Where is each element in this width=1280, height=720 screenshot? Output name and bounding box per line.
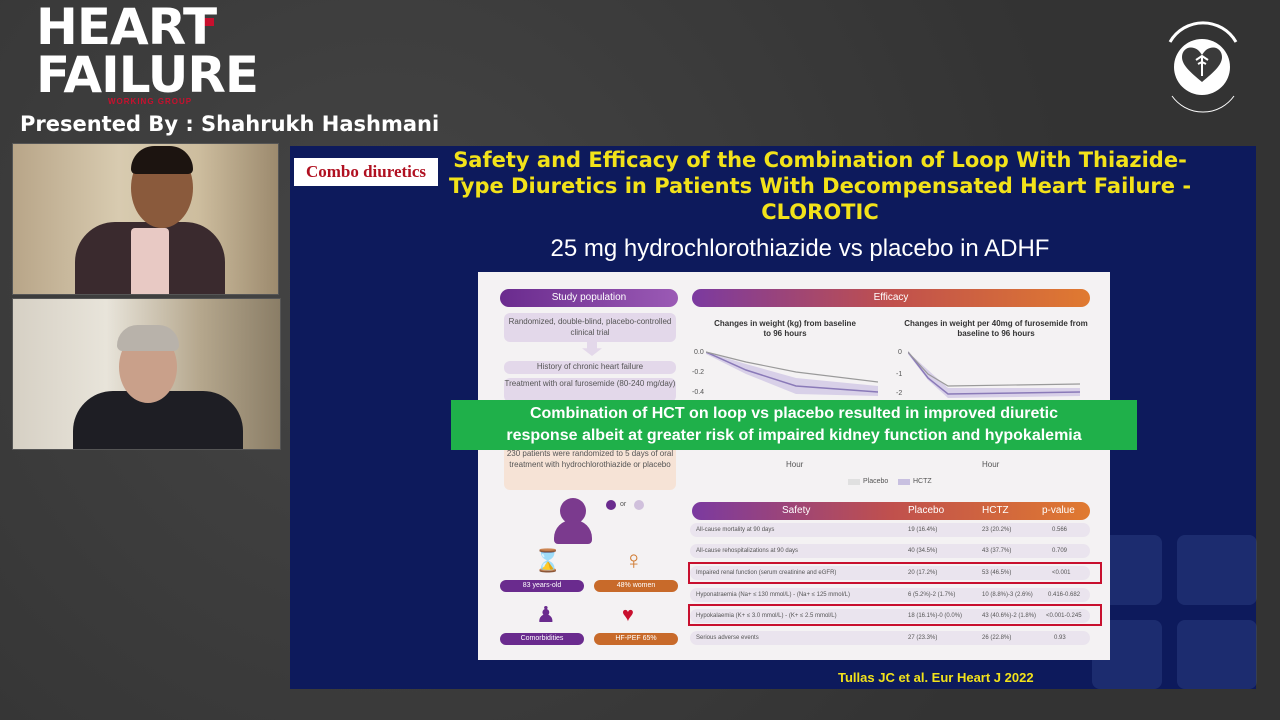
- pill-icon: [606, 500, 616, 510]
- logo-heart-text: HEART: [36, 0, 217, 56]
- chart2-plot: [908, 351, 1080, 398]
- efficacy-header: Efficacy: [692, 289, 1090, 307]
- row-pvalue: 0.709: [1052, 548, 1068, 554]
- table-row: Hyponatraemia (Na+ ≤ 130 mmol/L) - (Na+ …: [690, 588, 1090, 602]
- flow-arrow: [582, 342, 602, 356]
- row-pvalue: 0.566: [1052, 527, 1068, 533]
- row-placebo: 27 (23.3%): [908, 635, 938, 641]
- chart2-title: Changes in weight per 40mg of furosemide…: [904, 319, 1088, 338]
- chart2-tick-0: 0: [898, 349, 902, 356]
- highlight-renal: [688, 562, 1102, 584]
- legend-placebo-swatch: [848, 479, 860, 485]
- history-box: History of chronic heart failure: [504, 361, 676, 374]
- hfpef-stat: HF-PEF 65%: [594, 633, 678, 645]
- comorbidities-stat: Comorbidities: [500, 633, 584, 645]
- patient-body-icon: [554, 520, 592, 544]
- chart1-xlabel: Hour: [786, 460, 804, 469]
- row-label: Serious adverse events: [696, 635, 759, 641]
- slide-title: Safety and Efficacy of the Combination o…: [448, 148, 1192, 224]
- legend-hctz: HCTZ: [913, 478, 932, 485]
- chart1-tick-2: -0.4: [692, 389, 705, 396]
- header-placebo: Placebo: [908, 505, 945, 516]
- legend-hctz-swatch: [898, 479, 910, 485]
- chart1-tick-1: -0.2: [692, 369, 705, 376]
- header-hctz: HCTZ: [982, 505, 1009, 516]
- row-pvalue: 0.416-0.682: [1048, 592, 1081, 598]
- participant-shirt: [131, 228, 169, 294]
- table-row: All-cause rehospitalizations at 90 days …: [690, 544, 1090, 558]
- heart-organ-icon: ♥: [622, 604, 634, 626]
- study-figure: Study population Efficacy Randomized, do…: [478, 272, 1110, 660]
- chart1-plot: [706, 351, 878, 396]
- header-pvalue: p-value: [1042, 505, 1075, 516]
- participant-hair: [131, 146, 193, 174]
- hourglass-icon: ⌛: [534, 548, 562, 573]
- header-safety: Safety: [782, 505, 811, 516]
- safety-table-header: Safety Placebo HCTZ p-value: [692, 502, 1090, 520]
- chart1-tick-0: 0.0: [694, 349, 704, 356]
- row-placebo: 19 (16.4%): [908, 527, 938, 533]
- logo-subtitle: WORKING GROUP: [108, 97, 193, 106]
- or-label: or: [620, 501, 627, 508]
- participant-video-2[interactable]: [12, 298, 281, 450]
- row-label: All-cause mortality at 90 days: [696, 527, 775, 533]
- slide-tag: Combo diuretics: [294, 158, 438, 186]
- placebo-pill-icon: [634, 500, 644, 510]
- study-population-header: Study population: [500, 289, 678, 307]
- row-hctz: 26 (22.8%): [982, 635, 1012, 641]
- row-placebo: 6 (5.2%)-2 (1.7%): [908, 592, 956, 598]
- randomization-box: 230 patients were randomized to 5 days o…: [504, 444, 676, 490]
- row-pvalue: 0.93: [1054, 635, 1066, 641]
- women-stat: 48% women: [594, 580, 678, 592]
- chart2-tick-1: -1: [896, 371, 903, 378]
- chart2-tick-2: -2: [896, 390, 903, 397]
- row-hctz: 43 (37.7%): [982, 548, 1012, 554]
- table-row: Serious adverse events 27 (23.3%) 26 (22…: [690, 631, 1090, 645]
- highlight-hypokalaemia: [688, 604, 1102, 626]
- conclusion-line-2: response albeit at greater risk of impai…: [506, 427, 1082, 444]
- chart1-title: Changes in weight (kg) from baseline to …: [714, 319, 856, 338]
- participant-video-1[interactable]: [12, 143, 279, 295]
- conclusion-line-1: Combination of HCT on loop vs placebo re…: [529, 405, 1059, 422]
- treatment-box: Treatment with oral furosemide (80-240 m…: [504, 378, 676, 402]
- row-hctz: 23 (20.2%): [982, 527, 1012, 533]
- row-placebo: 40 (34.5%): [908, 548, 938, 554]
- row-label: All-cause rehospitalizations at 90 days: [696, 548, 799, 554]
- conclusion-overlay: Combination of HCT on loop vs placebo re…: [451, 400, 1137, 450]
- row-hctz: 10 (8.8%)-3 (2.6%): [982, 592, 1033, 598]
- slide-watermark: [1092, 535, 1257, 689]
- table-row: All-cause mortality at 90 days 19 (16.4%…: [690, 523, 1090, 537]
- slide-subtitle: 25 mg hydrochlorothiazide vs placebo in …: [550, 235, 1050, 262]
- logo-failure-text: FAILURE: [36, 46, 259, 104]
- age-stat: 83 years-old: [500, 580, 584, 592]
- trial-design-box: Randomized, double-blind, placebo-contro…: [504, 313, 676, 342]
- row-label: Hyponatraemia (Na+ ≤ 130 mmol/L) - (Na+ …: [696, 592, 850, 598]
- participant-hair: [117, 325, 179, 351]
- chart2-xlabel: Hour: [982, 460, 1000, 469]
- person-icon: ♟: [536, 602, 556, 627]
- female-icon: ♀: [624, 545, 644, 575]
- emirates-cardiac-society-logo: [1168, 21, 1238, 113]
- legend-placebo: Placebo: [863, 478, 889, 485]
- presenter-caption: Presented By : Shahrukh Hashmani: [20, 112, 440, 136]
- slide-citation: Tullas JC et al. Eur Heart J 2022: [838, 670, 1034, 685]
